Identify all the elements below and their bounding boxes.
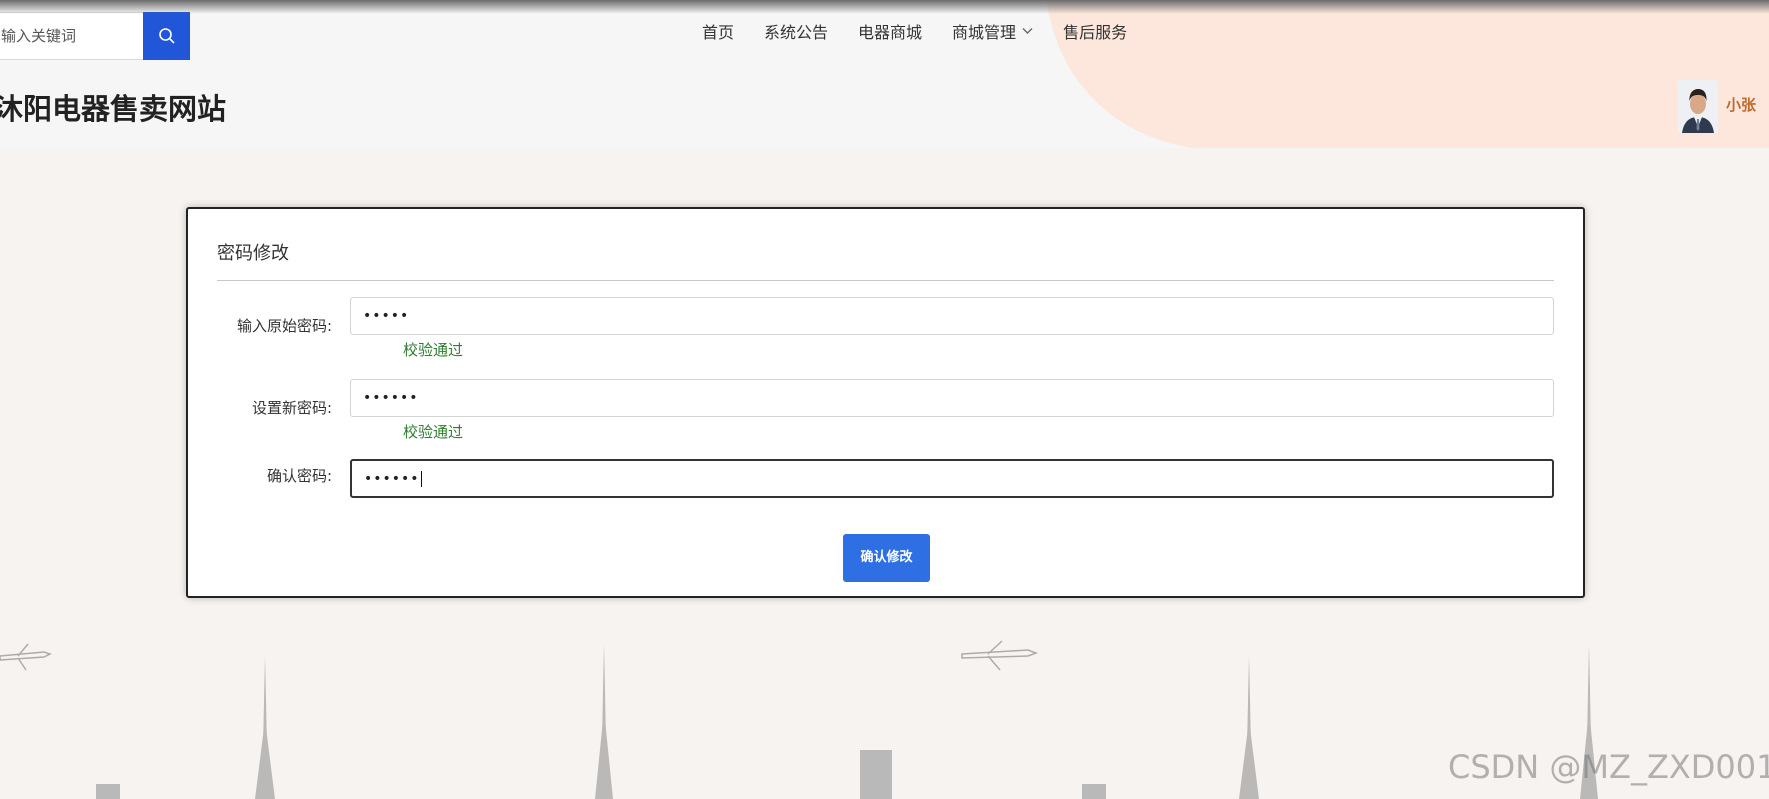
site-header: 输入关键词 首页 系统公告 电器商城 商城管理 售后服务 沐阳电器售卖网站 小张 [0, 0, 1769, 148]
main-nav: 首页 系统公告 电器商城 商城管理 售后服务 [702, 19, 1157, 43]
confirm-password-label: 确认密码: [266, 467, 332, 485]
new-password-label: 设置新密码: [251, 399, 332, 417]
site-title: 沐阳电器售卖网站 [0, 92, 227, 126]
new-password-hint: 校验通过 [403, 423, 464, 441]
search-icon [158, 28, 175, 44]
search-button[interactable] [143, 12, 190, 60]
avatar-photo [1678, 80, 1718, 133]
search-placeholder: 输入关键词 [1, 27, 77, 45]
card-title: 密码修改 [217, 243, 289, 264]
confirm-password-value: •••••• [364, 471, 420, 487]
username[interactable]: 小张 [1726, 94, 1756, 115]
confirm-change-label: 确认修改 [860, 550, 913, 565]
old-password-value: ••••• [363, 308, 410, 324]
top-shadow [0, 0, 1769, 14]
airplane-icon [961, 640, 1039, 671]
nav-after-sales[interactable]: 售后服务 [1063, 19, 1127, 43]
tower-icon [1239, 655, 1259, 799]
text-caret [420, 471, 422, 487]
avatar[interactable] [1678, 80, 1718, 133]
confirm-password-input[interactable]: •••••• [350, 459, 1554, 498]
old-password-hint: 校验通过 [403, 341, 464, 359]
old-password-input[interactable]: ••••• [350, 297, 1554, 335]
old-password-label: 输入原始密码: [236, 317, 332, 335]
tower-icon [255, 655, 275, 799]
chevron-down-icon [1022, 28, 1033, 34]
nav-store-management[interactable]: 商城管理 [952, 19, 1033, 43]
nav-store-label: 电器商城 [858, 23, 923, 42]
airplane-icon [0, 643, 52, 671]
nav-home-label: 首页 [702, 23, 735, 42]
nav-announcements[interactable]: 系统公告 [764, 19, 828, 43]
new-password-input[interactable]: •••••• [350, 379, 1554, 417]
tower-icon [595, 644, 613, 799]
password-change-card: 密码修改 输入原始密码: ••••• 校验通过 设置新密码: •••••• 校验… [186, 207, 1585, 598]
nav-home[interactable]: 首页 [702, 19, 734, 43]
nav-announcements-label: 系统公告 [764, 23, 829, 42]
title-divider [217, 280, 1554, 281]
confirm-change-button[interactable]: 确认修改 [843, 534, 930, 582]
new-password-value: •••••• [363, 390, 419, 406]
nav-after-sales-label: 售后服务 [1063, 23, 1128, 42]
search-input[interactable]: 输入关键词 [0, 12, 144, 60]
nav-store[interactable]: 电器商城 [858, 19, 922, 43]
building-shape [860, 750, 892, 799]
csdn-watermark: CSDN @MZ_ZXD001 [1448, 748, 1769, 786]
nav-store-management-label: 商城管理 [952, 23, 1017, 42]
